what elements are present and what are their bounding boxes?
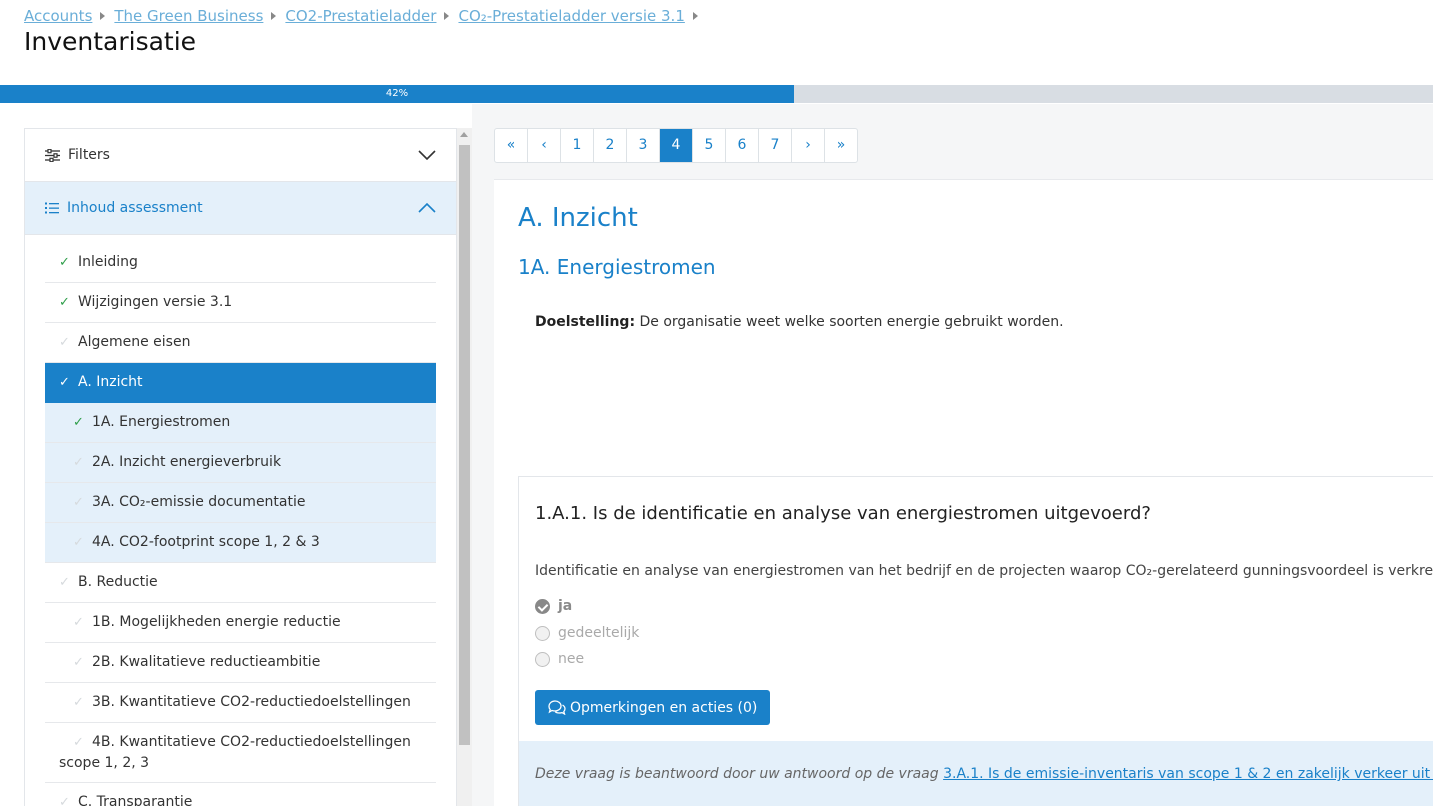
- pagination: « ‹ 1 2 3 4 5 6 7 › »: [494, 128, 858, 163]
- page-2[interactable]: 2: [594, 129, 627, 162]
- goal-statement: Doelstelling: De organisatie weet welke …: [535, 314, 1064, 330]
- goal-label: Doelstelling:: [535, 314, 636, 330]
- page-title: Inventarisatie: [24, 27, 197, 56]
- check-icon: ✓: [59, 255, 70, 270]
- toc-item-3b[interactable]: ✓ 3B. Kwantitatieve CO2-reductiedoelstell…: [45, 683, 436, 723]
- toc-item-2a[interactable]: ✓ 2A. Inzicht energieverbruik: [45, 443, 436, 483]
- breadcrumb-program[interactable]: CO2-Prestatieladder: [285, 7, 436, 25]
- chevron-right-icon: [100, 12, 106, 20]
- sidebar: Filters Inhoud assessment ✓ Inleiding ✓ Wi…: [24, 128, 457, 806]
- toc-item-1a[interactable]: ✓ 1A. Energiestromen: [45, 403, 436, 443]
- check-icon: ✓: [73, 735, 84, 750]
- question-card: [518, 476, 1433, 806]
- toc-item-1b[interactable]: ✓ 1B. Mogelijkheden energie reductie: [45, 603, 436, 643]
- chevron-right-icon: [692, 12, 698, 20]
- page-last[interactable]: »: [825, 129, 857, 162]
- chevron-up-icon: [418, 203, 436, 213]
- page-next[interactable]: ›: [792, 129, 825, 162]
- contents-label: Inhoud assessment: [67, 200, 203, 216]
- toc-item-2b[interactable]: ✓ 2B. Kwalitatieve reductieambitie: [45, 643, 436, 683]
- check-icon: ✓: [73, 655, 84, 670]
- chevron-right-icon: [444, 12, 450, 20]
- toc-item-4a[interactable]: ✓ 4A. CO2-footprint scope 1, 2 & 3: [45, 523, 436, 563]
- goal-text: De organisatie weet welke soorten energi…: [635, 314, 1064, 330]
- check-icon: ✓: [73, 495, 84, 510]
- check-icon: ✓: [59, 795, 70, 806]
- scrollbar-thumb[interactable]: [459, 145, 470, 745]
- page-prev[interactable]: ‹: [528, 129, 561, 162]
- check-icon: ✓: [59, 375, 70, 390]
- chevron-down-icon: [418, 150, 436, 160]
- comments-icon: [548, 700, 566, 715]
- page-first[interactable]: «: [495, 129, 528, 162]
- breadcrumb-version[interactable]: CO₂-Prestatieladder versie 3.1: [458, 7, 684, 25]
- contents-toggle[interactable]: Inhoud assessment: [25, 182, 456, 235]
- check-icon: ✓: [73, 455, 84, 470]
- chevron-right-icon: [271, 12, 277, 20]
- progress-label: 42%: [385, 88, 409, 99]
- check-icon: ✓: [59, 295, 70, 310]
- subsection-title: 1A. Energiestromen: [518, 255, 716, 279]
- sliders-icon: [45, 148, 60, 162]
- section-title: A. Inzicht: [518, 203, 638, 233]
- check-icon: ✓: [59, 335, 70, 350]
- breadcrumb: Accounts The Green Business CO2-Prestati…: [24, 7, 707, 25]
- scroll-up-icon[interactable]: [460, 132, 468, 137]
- check-icon: ✓: [73, 415, 84, 430]
- toc-item-wijzigingen[interactable]: ✓ Wijzigingen versie 3.1: [45, 283, 436, 323]
- filters-toggle[interactable]: Filters: [25, 129, 456, 182]
- check-icon: ✓: [73, 695, 84, 710]
- check-icon: ✓: [73, 535, 84, 550]
- toc-item-c-transparantie[interactable]: ✓ C. Transparantie: [45, 783, 436, 806]
- page-1[interactable]: 1: [561, 129, 594, 162]
- breadcrumb-accounts[interactable]: Accounts: [24, 7, 92, 25]
- list-icon: [45, 202, 59, 214]
- sidebar-scrollbar[interactable]: [457, 128, 472, 806]
- remarks-actions-button[interactable]: Opmerkingen en acties (0): [535, 690, 771, 725]
- toc-item-a-inzicht[interactable]: ✓ A. Inzicht: [45, 363, 436, 403]
- breadcrumb-account[interactable]: The Green Business: [114, 7, 263, 25]
- page-6[interactable]: 6: [726, 129, 759, 162]
- assessment-contents-list: ✓ Inleiding ✓ Wijzigingen versie 3.1 ✓ Alge…: [45, 243, 436, 806]
- page-4[interactable]: 4: [660, 129, 693, 162]
- progress-bar: 42%: [0, 85, 1433, 103]
- toc-item-algemene-eisen[interactable]: ✓ Algemene eisen: [45, 323, 436, 363]
- page-7[interactable]: 7: [759, 129, 792, 162]
- toc-item-inleiding[interactable]: ✓ Inleiding: [45, 243, 436, 283]
- check-icon: ✓: [73, 615, 84, 630]
- toc-item-4b[interactable]: ✓ 4B. Kwantitatieve CO2-reductiedoelstell…: [45, 723, 436, 783]
- page-5[interactable]: 5: [693, 129, 726, 162]
- filters-label: Filters: [68, 147, 110, 163]
- toc-item-b-reductie[interactable]: ✓ B. Reductie: [45, 563, 436, 603]
- check-icon: ✓: [59, 575, 70, 590]
- toc-item-3a[interactable]: ✓ 3A. CO₂-emissie documentatie: [45, 483, 436, 523]
- page-3[interactable]: 3: [627, 129, 660, 162]
